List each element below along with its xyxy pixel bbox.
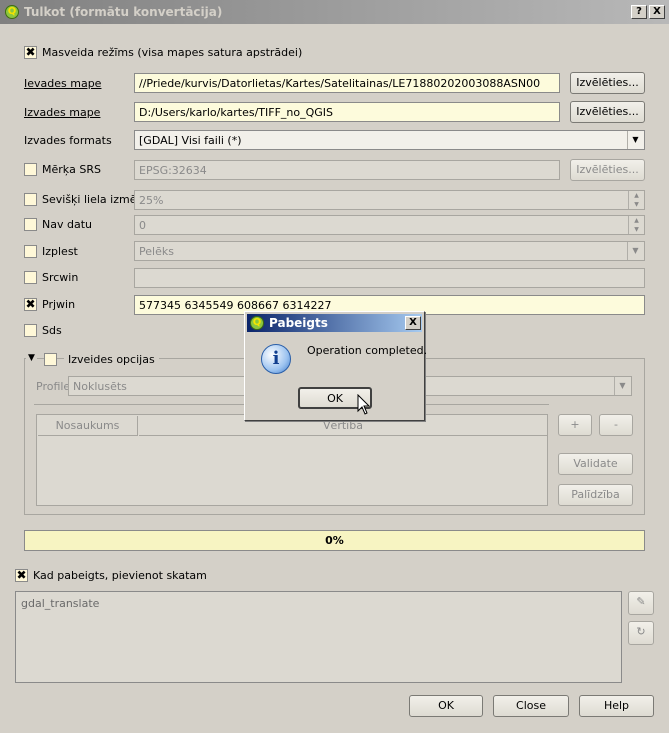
command-text: gdal_translate	[21, 597, 100, 610]
expand-label: Izplest	[42, 245, 78, 258]
srcwin-checkbox[interactable]	[24, 271, 37, 284]
qgis-logo-icon: Q	[250, 316, 264, 330]
sds-checkbox[interactable]	[24, 324, 37, 337]
column-header-name[interactable]: Nosaukums	[38, 416, 138, 436]
profile-label: Profile	[36, 380, 71, 393]
dropdown-arrow-icon: ▼	[627, 131, 643, 149]
sds-label: Sds	[42, 324, 62, 337]
batch-mode-checkbox[interactable]: ✖	[24, 46, 37, 59]
close-title-button[interactable]: X	[649, 5, 665, 19]
output-dir-field[interactable]: D:/Users/karlo/kartes/TIFF_no_QGIS	[134, 102, 560, 122]
dropdown-arrow-icon: ▼	[627, 242, 643, 260]
outsize-label: Sevišķi liela izmēr	[42, 193, 141, 206]
srcwin-label: Srcwin	[42, 271, 79, 284]
output-dir-label: Izvades mape	[24, 106, 101, 119]
expand-checkbox[interactable]	[24, 245, 37, 258]
target-srs-label: Mērķa SRS	[42, 163, 101, 176]
window-titlebar: Q Tulkot (formātu konvertācija) ? X	[0, 0, 669, 24]
refresh-icon: ↻	[636, 625, 646, 638]
add-option-button[interactable]: +	[558, 414, 592, 436]
load-into-canvas-checkbox[interactable]: ✖	[15, 569, 28, 582]
expand-select[interactable]: Pelēks ▼	[134, 241, 645, 261]
input-dir-field[interactable]: //Priede/kurvis/Datorlietas/Kartes/Satel…	[134, 73, 560, 93]
validate-button[interactable]: Validate	[558, 453, 633, 475]
edit-command-button[interactable]: ✎	[628, 591, 654, 615]
progress-bar: 0%	[24, 530, 645, 551]
output-format-select[interactable]: [GDAL] Visi faili (*) ▼	[134, 130, 645, 150]
spin-down-icon[interactable]: ▼	[628, 225, 644, 234]
prjwin-checkbox[interactable]: ✖	[24, 298, 37, 311]
outsize-value: 25%	[139, 194, 164, 207]
window-title: Tulkot (formātu konvertācija)	[24, 5, 223, 19]
input-dir-label: Ievades mape	[24, 77, 102, 90]
qgis-logo-icon: Q	[5, 5, 19, 19]
ok-button[interactable]: OK	[409, 695, 483, 717]
creation-options-checkbox[interactable]	[44, 353, 57, 366]
dialog-message: Operation completed.	[307, 344, 428, 357]
target-srs-field[interactable]: EPSG:32634	[134, 160, 560, 180]
prjwin-label: Prjwin	[42, 298, 76, 311]
spin-down-icon[interactable]: ▼	[628, 200, 644, 209]
command-textarea[interactable]: gdal_translate	[15, 591, 622, 683]
output-dir-browse-button[interactable]: Izvēlēties...	[570, 101, 645, 123]
info-icon: i	[261, 344, 291, 374]
mouse-cursor-icon	[357, 394, 371, 415]
spin-up-icon[interactable]: ▲	[628, 216, 644, 225]
remove-option-button[interactable]: -	[599, 414, 633, 436]
pencil-icon: ✎	[636, 595, 646, 608]
output-format-label: Izvades formats	[24, 134, 112, 147]
outsize-spinbox[interactable]: 25% ▲ ▼	[134, 190, 645, 210]
nodata-value: 0	[139, 219, 146, 232]
dialog-close-button[interactable]: X	[405, 316, 421, 330]
nodata-label: Nav datu	[42, 218, 92, 231]
output-format-value: [GDAL] Visi faili (*)	[139, 134, 242, 147]
spin-up-icon[interactable]: ▲	[628, 191, 644, 200]
creation-help-button[interactable]: Palīdzība	[558, 484, 633, 506]
reset-command-button[interactable]: ↻	[628, 621, 654, 645]
dialog-title: Pabeigts	[269, 316, 328, 330]
target-srs-browse-button[interactable]: Izvēlēties...	[570, 159, 645, 181]
nodata-checkbox[interactable]	[24, 218, 37, 231]
target-srs-checkbox[interactable]	[24, 163, 37, 176]
nodata-spinbox[interactable]: 0 ▲ ▼	[134, 215, 645, 235]
dropdown-arrow-icon: ▼	[614, 377, 630, 395]
help-button[interactable]: Help	[579, 695, 654, 717]
outsize-checkbox[interactable]	[24, 193, 37, 206]
close-button[interactable]: Close	[493, 695, 569, 717]
profile-value: Noklusēts	[73, 380, 127, 393]
input-dir-browse-button[interactable]: Izvēlēties...	[570, 72, 645, 94]
expand-value: Pelēks	[139, 245, 174, 258]
dialog-titlebar: Q Pabeigts X	[247, 314, 422, 332]
batch-mode-label: Masveida režīms (visa mapes satura apstr…	[42, 46, 303, 59]
srcwin-field[interactable]	[134, 268, 645, 288]
collapse-toggle-icon[interactable]: ▼	[26, 353, 37, 363]
options-table[interactable]: Nosaukums Vērtība	[36, 414, 548, 506]
progress-label: 0%	[325, 534, 344, 547]
creation-options-label: Izveides opcijas	[64, 353, 159, 366]
help-title-button[interactable]: ?	[631, 5, 647, 19]
completion-dialog: Q Pabeigts X i Operation completed. OK	[244, 311, 428, 421]
load-into-canvas-label: Kad pabeigts, pievienot skatam	[33, 569, 207, 582]
